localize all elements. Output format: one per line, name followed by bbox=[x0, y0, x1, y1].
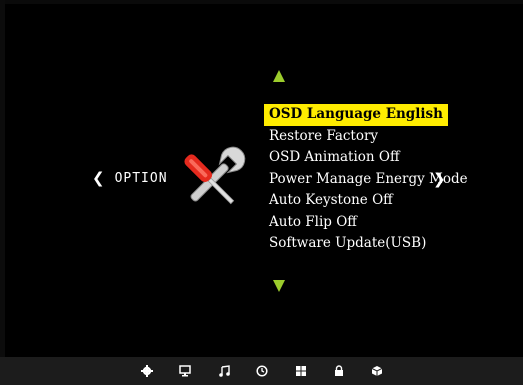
monitor-icon[interactable] bbox=[178, 364, 192, 378]
chevron-right-icon[interactable]: ❯ bbox=[433, 172, 446, 187]
menu-item-restore-factory[interactable]: Restore Factory bbox=[264, 126, 473, 148]
page-title: OPTION bbox=[114, 171, 168, 186]
menu-item-osd-language[interactable]: OSD Language English bbox=[264, 104, 448, 126]
menu-item-software-update[interactable]: Software Update(USB) bbox=[264, 233, 473, 255]
osd-screen: ❮ OPTION OSD Language English Restore Fa… bbox=[0, 0, 523, 385]
prev-page-nav[interactable]: ❮ OPTION bbox=[92, 171, 168, 187]
menu-item-auto-flip[interactable]: Auto Flip Off bbox=[264, 212, 473, 234]
grid-icon[interactable] bbox=[294, 364, 308, 378]
box-icon[interactable] bbox=[370, 364, 384, 378]
tools-icon bbox=[184, 146, 246, 205]
bottom-tab-bar bbox=[0, 357, 523, 385]
frame-left-edge bbox=[0, 0, 5, 385]
music-note-icon[interactable] bbox=[217, 364, 231, 378]
clock-icon[interactable] bbox=[255, 364, 269, 378]
menu-item-auto-keystone[interactable]: Auto Keystone Off bbox=[264, 190, 473, 212]
chevron-left-icon[interactable]: ❮ bbox=[92, 171, 105, 186]
frame-top-edge bbox=[0, 0, 523, 4]
scroll-up-icon[interactable] bbox=[273, 70, 285, 82]
scroll-down-icon[interactable] bbox=[273, 280, 285, 292]
lock-icon[interactable] bbox=[332, 364, 346, 378]
gear-icon[interactable] bbox=[140, 364, 154, 378]
menu-item-osd-animation[interactable]: OSD Animation Off bbox=[264, 147, 473, 169]
